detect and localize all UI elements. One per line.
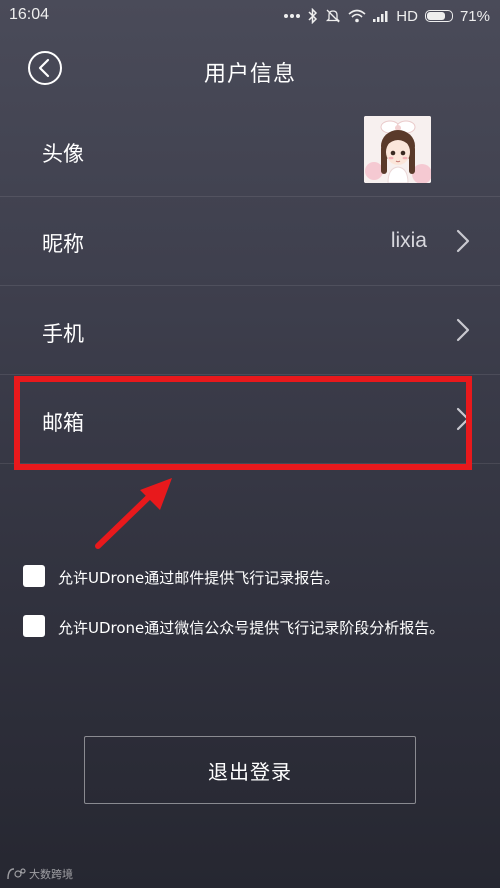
logout-button[interactable]: 退出登录 [84, 736, 416, 804]
wechat-report-option: 允许UDrone通过微信公众号提供飞行记录阶段分析报告。 [0, 609, 500, 643]
wifi-icon [348, 9, 366, 23]
row-avatar-label: 头像 [42, 142, 84, 166]
more-dots-icon [283, 13, 301, 19]
row-nickname-label: 昵称 [42, 232, 84, 256]
status-time: 16:04 [9, 6, 50, 23]
email-report-label: 允许UDrone通过邮件提供飞行记录报告。 [58, 569, 340, 587]
chevron-right-icon [456, 318, 470, 342]
highlight-box [14, 376, 472, 470]
wechat-report-checkbox[interactable] [23, 615, 45, 637]
header: 用户信息 [0, 40, 500, 100]
watermark-text: 大数跨境 [29, 868, 73, 881]
watermark: 大数跨境 [6, 866, 73, 882]
logout-label: 退出登录 [208, 759, 292, 784]
avatar-image [364, 116, 431, 183]
wechat-report-label: 允许UDrone通过微信公众号提供飞行记录阶段分析报告。 [58, 619, 445, 637]
battery-icon [424, 10, 453, 22]
status-icons: HD 71% [283, 5, 490, 27]
row-phone-label: 手机 [42, 322, 84, 346]
page-title: 用户信息 [203, 62, 296, 87]
bluetooth-icon [308, 8, 318, 24]
watermark-logo-icon [7, 868, 26, 880]
mute-bell-icon [325, 8, 341, 24]
status-bar: 16:04 HD 71% [0, 0, 500, 32]
battery-percent: 71% [459, 7, 490, 25]
row-nickname[interactable]: 昵称 lixia [0, 197, 500, 285]
email-report-checkbox[interactable] [23, 565, 45, 587]
chevron-right-icon [456, 229, 470, 253]
signal-icon [373, 10, 389, 22]
avatar[interactable] [364, 116, 431, 183]
email-report-option: 允许UDrone通过邮件提供飞行记录报告。 [0, 559, 500, 593]
row-phone[interactable]: 手机 [0, 286, 500, 374]
nickname-value: lixia [390, 229, 427, 252]
red-arrow-icon [95, 478, 172, 549]
network-type-label: HD [396, 7, 418, 25]
